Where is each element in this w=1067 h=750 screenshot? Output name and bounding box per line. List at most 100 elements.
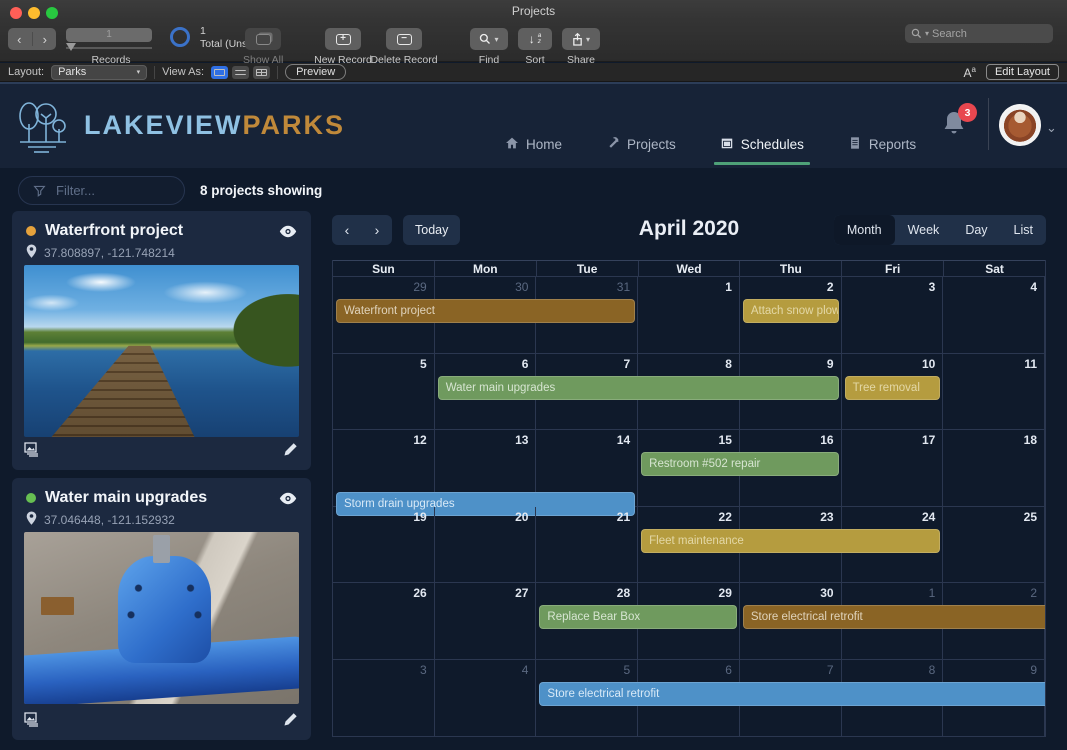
photos-icon[interactable] xyxy=(22,439,42,464)
project-card[interactable]: Waterfront project37.808897, -121.748214 xyxy=(12,211,311,470)
calendar-event[interactable]: Store electrical retrofit xyxy=(743,605,1045,629)
eye-icon[interactable] xyxy=(279,492,297,505)
home-icon xyxy=(505,136,519,153)
day-cell[interactable]: 5 xyxy=(333,354,435,430)
weekday-label: Sat xyxy=(944,261,1045,276)
project-title: Waterfront project xyxy=(45,222,270,240)
view-day-button[interactable]: Day xyxy=(952,215,1000,245)
previous-record-icon[interactable]: ‹ xyxy=(8,32,31,47)
calendar-event[interactable]: Fleet maintenance xyxy=(641,529,940,553)
user-avatar[interactable] xyxy=(999,104,1041,146)
window-title: Projects xyxy=(0,4,1067,18)
day-cell[interactable]: 20 xyxy=(435,507,537,583)
view-list-button[interactable]: List xyxy=(1001,215,1046,245)
view-as-label: View As: xyxy=(162,66,204,78)
hammer-icon xyxy=(606,136,620,153)
minus-icon: − xyxy=(397,34,412,45)
trees-logo-icon xyxy=(16,94,72,156)
search-icon xyxy=(479,33,491,45)
brand-name: LAKEVIEWPARKS xyxy=(84,110,345,141)
record-navigation-buttons[interactable]: ‹ › xyxy=(8,28,56,50)
view-as-list-button[interactable] xyxy=(232,66,249,79)
new-record-button[interactable]: + xyxy=(325,28,361,50)
calendar-event[interactable]: Replace Bear Box xyxy=(539,605,736,629)
find-button[interactable]: ▾ xyxy=(470,28,508,50)
record-slider-track[interactable] xyxy=(66,47,152,49)
day-cell[interactable]: 18 xyxy=(943,430,1045,506)
view-month-button[interactable]: Month xyxy=(834,215,895,245)
delete-record-button[interactable]: − xyxy=(386,28,422,50)
project-photo[interactable] xyxy=(24,532,299,704)
quick-search-input[interactable]: ▾ Search xyxy=(905,24,1053,43)
project-card[interactable]: Water main upgrades37.046448, -121.15293… xyxy=(12,478,311,740)
sort-button[interactable]: ↓ az xyxy=(518,28,552,50)
day-cell[interactable]: 26 xyxy=(333,583,435,659)
app-header: LAKEVIEWPARKS Home Projects Schedules Repor… xyxy=(0,82,1067,168)
day-cell[interactable]: 4 xyxy=(435,660,537,736)
record-slider-thumb[interactable] xyxy=(66,43,76,51)
calendar-event[interactable]: Tree removal xyxy=(845,376,941,400)
day-cell[interactable]: 19 xyxy=(333,507,435,583)
project-photo[interactable] xyxy=(24,265,299,437)
calendar-event[interactable]: Store electrical retrofit xyxy=(539,682,1045,706)
day-cell[interactable]: 1 xyxy=(638,277,740,353)
notifications-button[interactable]: 3 xyxy=(942,110,968,138)
tab-projects[interactable]: Projects xyxy=(606,136,676,165)
funnel-icon xyxy=(33,184,46,197)
calendar-event[interactable]: Water main upgrades xyxy=(438,376,839,400)
weekday-label: Fri xyxy=(842,261,944,276)
next-record-icon[interactable]: › xyxy=(34,32,57,47)
chevron-down-icon: ▾ xyxy=(586,35,590,44)
preview-button[interactable]: Preview xyxy=(285,64,346,80)
formatting-bar-icon[interactable]: Aa xyxy=(963,65,975,80)
tab-schedules[interactable]: Schedules xyxy=(720,136,804,165)
sort-arrow-icon: ↓ xyxy=(529,32,535,46)
view-as-table-button[interactable] xyxy=(253,66,270,79)
plus-icon: + xyxy=(336,34,351,45)
day-cell[interactable]: 11 xyxy=(943,354,1045,430)
tab-reports[interactable]: Reports xyxy=(848,136,916,165)
weekday-header-row: SunMonTueWedThuFriSat xyxy=(333,260,1045,277)
calendar-week-row: 567891011Water main upgradesTree removal xyxy=(333,354,1045,431)
show-all-button[interactable] xyxy=(245,28,281,50)
day-cell[interactable]: 25 xyxy=(943,507,1045,583)
tab-label: Schedules xyxy=(741,137,804,152)
eye-icon[interactable] xyxy=(279,225,297,238)
calendar-controls: ‹ › Today April 2020 MonthWeekDayList xyxy=(332,215,1046,245)
tab-home[interactable]: Home xyxy=(505,136,562,165)
filter-input[interactable]: Filter... xyxy=(18,176,185,205)
map-pin-icon xyxy=(26,244,37,261)
schedule-calendar: ‹ › Today April 2020 MonthWeekDayList Su… xyxy=(332,215,1046,245)
dock-photo-detail xyxy=(24,265,299,437)
calendar-event[interactable]: Restroom #502 repair xyxy=(641,452,838,476)
share-button[interactable]: ▾ xyxy=(562,28,600,50)
day-cell[interactable]: 21 xyxy=(536,507,638,583)
calendar-week-row: 262728293012Replace Bear BoxStore electr… xyxy=(333,583,1045,660)
day-cell[interactable]: 3 xyxy=(333,660,435,736)
day-cell[interactable]: 4 xyxy=(943,277,1045,353)
calendar-grid: SunMonTueWedThuFriSat2930311234Waterfron… xyxy=(332,260,1046,737)
day-cell[interactable]: 27 xyxy=(435,583,537,659)
calendar-week-row: 2930311234Waterfront projectAttach snow … xyxy=(333,277,1045,354)
calendar-event[interactable]: Attach snow plow xyxy=(743,299,839,323)
brand-logo: LAKEVIEWPARKS xyxy=(16,94,345,156)
view-as-form-button[interactable] xyxy=(211,66,228,79)
project-status-dot xyxy=(26,493,36,503)
account-chevron-down-icon[interactable]: ⌄ xyxy=(1046,120,1057,136)
edit-layout-button[interactable]: Edit Layout xyxy=(986,64,1059,80)
project-status-dot xyxy=(26,226,36,236)
edit-pencil-icon[interactable] xyxy=(283,441,299,462)
photos-icon[interactable] xyxy=(22,709,42,734)
record-slider-pill[interactable]: 1 xyxy=(66,28,152,42)
found-set-pie-icon[interactable] xyxy=(170,27,190,47)
layout-selector[interactable]: Parks ▾ xyxy=(51,65,147,80)
day-cell[interactable]: 3 xyxy=(842,277,944,353)
share-icon xyxy=(572,33,583,46)
calendar-view-toggle: MonthWeekDayList xyxy=(834,215,1046,245)
show-all-icon xyxy=(256,34,271,45)
edit-pencil-icon[interactable] xyxy=(283,711,299,732)
search-placeholder: Search xyxy=(932,28,967,40)
calendar-event[interactable]: Waterfront project xyxy=(336,299,635,323)
day-cell[interactable]: 17 xyxy=(842,430,944,506)
view-week-button[interactable]: Week xyxy=(895,215,953,245)
